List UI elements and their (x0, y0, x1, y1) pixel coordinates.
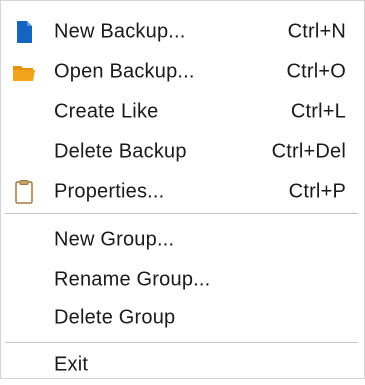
menu-item-rename-group[interactable]: Rename Group... (1, 260, 364, 300)
menu-item-label: Exit (54, 353, 89, 376)
menu-item-exit[interactable]: Exit (1, 345, 364, 385)
menu-item-label: Create Like (54, 100, 159, 123)
properties-icon (11, 179, 37, 205)
menu-item-label: Properties... (54, 180, 165, 203)
menu-item-new-backup[interactable]: New Backup... Ctrl+N (1, 12, 364, 52)
menu-item-label: New Backup... (54, 20, 186, 43)
menu-item-label: Delete Backup (54, 140, 187, 163)
menu-item-open-backup[interactable]: Open Backup... Ctrl+O (1, 52, 364, 92)
menu-item-label: New Group... (54, 228, 175, 251)
menu-item-delete-backup[interactable]: Delete Backup Ctrl+Del (1, 132, 364, 172)
menu-item-shortcut: Ctrl+P (288, 180, 346, 203)
new-document-icon (11, 19, 37, 45)
menu-item-shortcut: Ctrl+Del (271, 140, 346, 163)
menu-separator (5, 342, 358, 343)
menu-item-create-like[interactable]: Create Like Ctrl+L (1, 92, 364, 132)
menu-item-shortcut: Ctrl+N (287, 20, 346, 43)
menu-item-shortcut: Ctrl+O (286, 60, 346, 83)
open-folder-icon (11, 59, 37, 85)
menu-item-properties[interactable]: Properties... Ctrl+P (1, 172, 364, 212)
menu-item-delete-group[interactable]: Delete Group (1, 298, 364, 338)
menu-item-new-group[interactable]: New Group... (1, 220, 364, 260)
menu-separator (5, 213, 358, 214)
menu-item-shortcut: Ctrl+L (290, 100, 346, 123)
menu-item-label: Open Backup... (54, 60, 195, 83)
file-menu: New Backup... Ctrl+N Open Backup... Ctrl… (0, 0, 365, 379)
menu-item-label: Delete Group (54, 306, 176, 329)
menu-item-label: Rename Group... (54, 268, 211, 291)
